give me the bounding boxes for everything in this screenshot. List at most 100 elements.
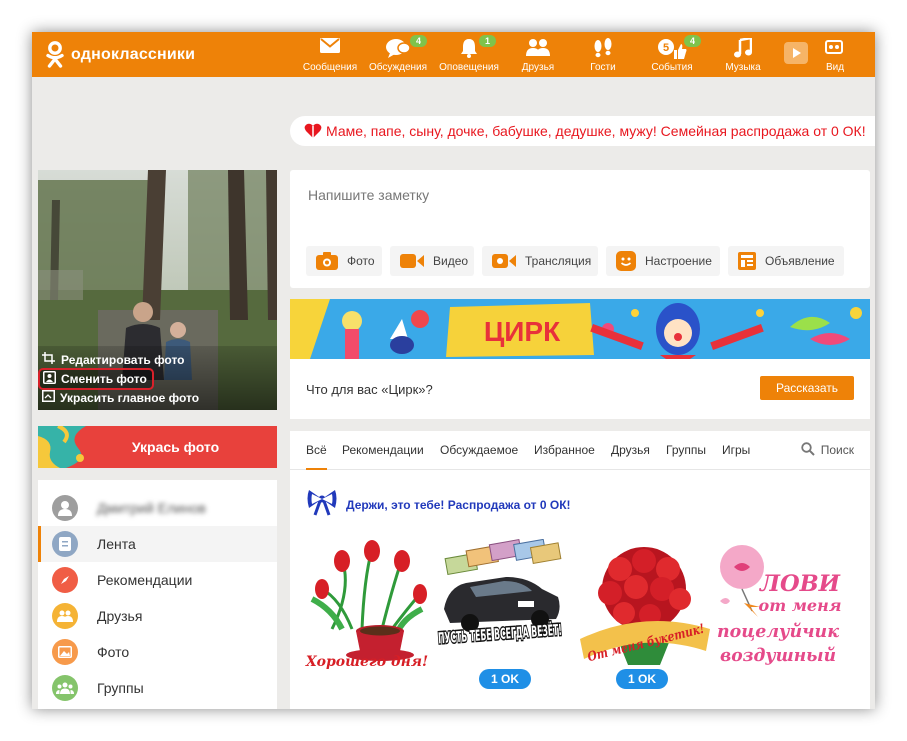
gift-price-button[interactable]: 1 OK (616, 669, 668, 689)
nav-events[interactable]: 5 4 События (634, 32, 710, 77)
main-nav: Сообщения 4 Обсуждения 1 Оповещения Друз… (298, 32, 852, 77)
film-icon (825, 38, 843, 59)
tab-games[interactable]: Игры (722, 431, 750, 469)
post-mood-button[interactable]: Настроение (606, 246, 720, 276)
feed-search[interactable]: Поиск (801, 431, 854, 469)
nav-label: Гости (590, 62, 616, 73)
menu-item-photo[interactable]: Фото (38, 634, 277, 670)
button-label: Объявление (765, 254, 835, 268)
menu-item-label: Рекомендации (97, 572, 193, 588)
photo-icon (52, 639, 78, 665)
button-label: Трансляция (525, 254, 592, 268)
circus-banner-image[interactable]: ЦИРК (290, 299, 870, 359)
menu-item-feed[interactable]: Лента (38, 526, 277, 562)
nav-discussions[interactable]: 4 Обсуждения (362, 32, 434, 77)
tell-button[interactable]: Рассказать (760, 376, 854, 400)
svg-text:поцелуйчик: поцелуйчик (717, 621, 840, 642)
video-camera-icon (400, 253, 424, 269)
nav-play[interactable] (776, 32, 816, 77)
site-name: одноклассники (71, 46, 196, 63)
menu-item-label: Друзья (97, 608, 143, 624)
circus-illustration: ЦИРК (290, 299, 870, 359)
post-photo-button[interactable]: Фото (306, 246, 382, 276)
circus-title: ЦИРК (484, 316, 561, 347)
promo-text: Маме, папе, сыну, дочке, бабушке, дедушк… (326, 123, 866, 139)
tab-friends[interactable]: Друзья (611, 431, 650, 469)
ok-logo[interactable]: одноклассники (44, 40, 195, 70)
broadcast-icon (492, 253, 516, 269)
post-ad-button[interactable]: Объявление (728, 246, 844, 276)
menu-item-label: Группы (97, 680, 144, 696)
play-icon (784, 42, 808, 67)
gift-image: ПУСТЬ ТЕБЕ ВСЕГДА ВЕЗЁТ! (436, 538, 564, 649)
gift-car-luck[interactable]: ПУСТЬ ТЕБЕ ВСЕГДА ВЕЗЁТ! (436, 538, 566, 669)
edit-photo-label: Редактировать фото (61, 352, 185, 367)
nav-music[interactable]: Музыка (710, 32, 776, 77)
avatar (52, 495, 78, 521)
left-menu: Дмитрий Елинов Лента Рекомендации Друзья… (38, 480, 277, 709)
nav-label: Музыка (725, 62, 761, 73)
tab-favorites[interactable]: Избранное (534, 431, 595, 469)
nav-label: Обсуждения (368, 62, 428, 73)
nav-notifications[interactable]: 1 Оповещения (434, 32, 504, 77)
post-composer: Напишите заметку Фото Видео Трансляция Н… (290, 170, 870, 288)
feed-tabs: Всё Рекомендации Обсуждаемое Избранное Д… (290, 431, 870, 470)
decorate-photo-button[interactable]: Укрась фото (38, 426, 277, 468)
menu-item-groups[interactable]: Группы (38, 670, 277, 706)
gift-tulips-coffee[interactable]: Хорошего дня! (302, 539, 432, 670)
gift-image: ЛОВИ от меня поцелуйчик воздушный (717, 545, 842, 666)
profile-photo[interactable]: Редактировать фото Сменить фото Украсить… (38, 170, 277, 410)
nav-label: Друзья (521, 62, 555, 73)
note-input[interactable]: Напишите заметку (308, 187, 429, 203)
search-label: Поиск (820, 443, 854, 457)
menu-item-friends[interactable]: Друзья (38, 598, 277, 634)
feed-icon (52, 531, 78, 557)
heart-gift-icon (304, 123, 322, 139)
ad-board-icon (738, 252, 756, 270)
envelope-icon (320, 38, 340, 56)
user-profile-link[interactable]: Дмитрий Елинов (38, 490, 277, 526)
nav-badge: 1 (479, 35, 497, 47)
nav-badge: 4 (410, 35, 428, 47)
photo-actions-overlay: Редактировать фото Сменить фото Украсить… (38, 346, 277, 410)
nav-badge: 4 (684, 35, 702, 47)
change-photo-label: Сменить фото (61, 372, 147, 386)
nav-friends[interactable]: Друзья (504, 32, 572, 77)
groups-icon (52, 675, 78, 701)
svg-text:воздушный: воздушный (720, 645, 836, 666)
compass-icon (52, 567, 78, 593)
nav-guests[interactable]: Гости (572, 32, 634, 77)
bow-icon (306, 488, 338, 521)
nav-label: Сообщения (302, 62, 358, 73)
nav-video[interactable]: Вид (816, 32, 852, 77)
button-label: Фото (347, 254, 375, 268)
tab-discussed[interactable]: Обсуждаемое (440, 431, 518, 469)
gift-caption: ЛОВИ (759, 571, 841, 597)
gift-image: Хорошего дня! (305, 540, 428, 670)
camera-icon (316, 252, 338, 270)
tab-groups[interactable]: Группы (666, 431, 706, 469)
post-broadcast-button[interactable]: Трансляция (482, 246, 598, 276)
decorate-main-photo-label: Украсить главное фото (60, 390, 200, 405)
nav-messages[interactable]: Сообщения (298, 32, 362, 77)
top-navigation-bar: одноклассники Сообщения 4 Обсуждения 1 О… (32, 32, 875, 77)
nav-label: Оповещения (439, 62, 499, 73)
crop-icon (42, 352, 56, 367)
gift-air-kiss[interactable]: ЛОВИ от меня поцелуйчик воздушный (714, 539, 844, 669)
post-video-button[interactable]: Видео (390, 246, 474, 276)
gift-promo-line[interactable]: Держи, это тебе! Распродажа от 0 ОК! (306, 488, 571, 521)
menu-item-recommendations[interactable]: Рекомендации (38, 562, 277, 598)
promo-banner[interactable]: Маме, папе, сыну, дочке, бабушке, дедушк… (290, 116, 875, 146)
decorate-main-photo-link[interactable]: Украсить главное фото (42, 390, 199, 405)
button-label: Настроение (645, 254, 712, 268)
frame-icon (42, 390, 55, 405)
change-photo-link[interactable]: Сменить фото (38, 368, 154, 390)
menu-item-label: Фото (97, 644, 130, 660)
events-count: 5 (663, 42, 669, 54)
gift-rose-bouquet[interactable]: От меня букетик! (580, 539, 710, 669)
tab-all[interactable]: Всё (306, 431, 327, 470)
gift-price-button[interactable]: 1 OK (479, 669, 531, 689)
edit-photo-link[interactable]: Редактировать фото (42, 352, 185, 367)
footprints-icon (591, 38, 615, 61)
tab-recommendations[interactable]: Рекомендации (342, 431, 424, 469)
